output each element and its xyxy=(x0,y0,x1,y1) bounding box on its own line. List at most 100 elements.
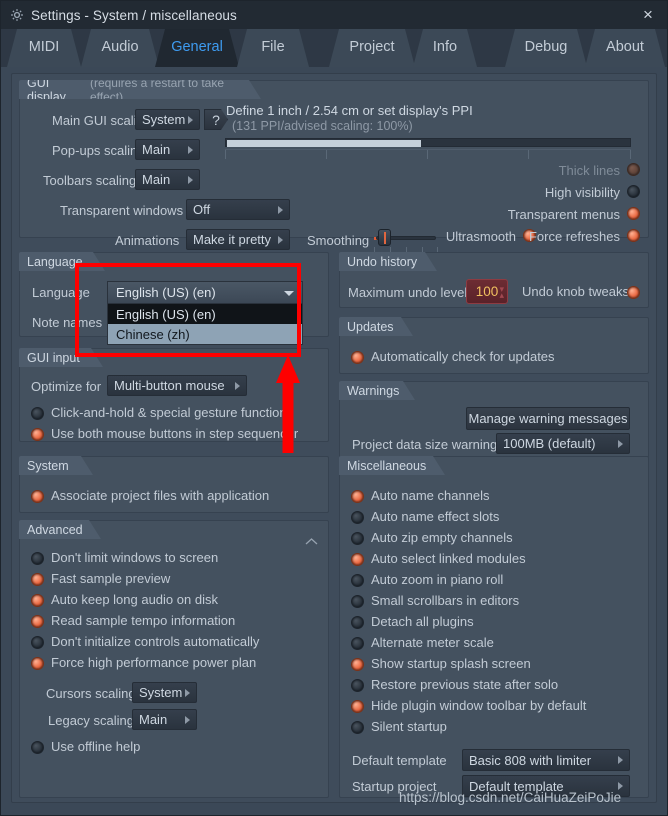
group-miscellaneous-title: Miscellaneous xyxy=(347,458,427,473)
force-refreshes-toggle[interactable] xyxy=(627,229,640,242)
associate-project-files-toggle[interactable] xyxy=(31,490,44,503)
popups-scaling-value: Main xyxy=(142,142,171,157)
silent-startup-label: Silent startup xyxy=(371,719,447,734)
group-gui-display: GUI display (requires a restart to take … xyxy=(19,80,649,252)
cursors-scaling-combo[interactable]: System xyxy=(132,682,197,703)
detach-all-plugins-label: Detach all plugins xyxy=(371,614,474,629)
animations-combo[interactable]: Make it pretty xyxy=(186,229,290,250)
use-offline-help-label: Use offline help xyxy=(51,739,141,754)
legacy-scaling-value: Main xyxy=(139,712,168,727)
tab-file[interactable]: File xyxy=(237,29,309,67)
popups-scaling-combo[interactable]: Main xyxy=(135,139,200,160)
group-language-header: Language xyxy=(19,252,105,271)
dont-limit-windows-label: Don't limit windows to screen xyxy=(51,550,219,565)
project-data-size-combo[interactable]: 100MB (default) xyxy=(496,433,630,454)
group-miscellaneous: Miscellaneous Auto name channels Auto na… xyxy=(339,456,649,798)
chevron-right-icon xyxy=(278,235,283,244)
ultrasmooth-label: Ultrasmooth xyxy=(445,229,516,244)
language-dropdown-selected[interactable]: English (US) (en) xyxy=(107,281,303,304)
auto-zip-empty-channels-toggle[interactable] xyxy=(351,532,364,545)
dont-init-controls-toggle[interactable] xyxy=(31,636,44,649)
auto-keep-long-audio-toggle[interactable] xyxy=(31,594,44,607)
language-option-english[interactable]: English (US) (en) xyxy=(108,304,302,324)
tab-about[interactable]: About xyxy=(585,29,665,67)
gear-icon xyxy=(10,8,24,22)
auto-name-channels-toggle[interactable] xyxy=(351,490,364,503)
group-gui-input: GUI input Optimize for Multi-button mous… xyxy=(19,348,329,442)
language-dropdown-selected-label: English (US) (en) xyxy=(116,285,216,300)
note-names-label: Note names xyxy=(32,315,103,330)
force-high-performance-toggle[interactable] xyxy=(31,657,44,670)
auto-name-effect-slots-toggle[interactable] xyxy=(351,511,364,524)
restore-previous-state-toggle[interactable] xyxy=(351,679,364,692)
ppi-instruction-line2: (131 PPI/advised scaling: 100%) xyxy=(232,119,413,133)
auto-zoom-piano-roll-toggle[interactable] xyxy=(351,574,364,587)
tab-debug[interactable]: Debug xyxy=(505,29,587,67)
hide-plugin-toolbar-toggle[interactable] xyxy=(351,700,364,713)
small-scrollbars-label: Small scrollbars in editors xyxy=(371,593,520,608)
both-mouse-buttons-toggle[interactable] xyxy=(31,428,44,441)
alternate-meter-scale-label: Alternate meter scale xyxy=(371,635,494,650)
cursors-scaling-label: Cursors scaling xyxy=(46,686,136,701)
chevron-up-icon[interactable] xyxy=(305,533,318,545)
group-gui-display-title: GUI display xyxy=(27,75,66,104)
show-startup-splash-label: Show startup splash screen xyxy=(371,656,531,671)
group-advanced-title: Advanced xyxy=(27,522,83,537)
toolbars-scaling-combo[interactable]: Main xyxy=(135,169,200,190)
smoothing-label: Smoothing xyxy=(307,233,370,248)
tab-general[interactable]: General xyxy=(155,29,239,67)
animations-label: Animations xyxy=(115,233,180,248)
auto-check-updates-label: Automatically check for updates xyxy=(371,349,555,364)
fast-sample-preview-toggle[interactable] xyxy=(31,573,44,586)
small-scrollbars-toggle[interactable] xyxy=(351,595,364,608)
auto-keep-long-audio-label: Auto keep long audio on disk xyxy=(51,592,218,607)
transparent-menus-label: Transparent menus xyxy=(507,207,620,222)
group-system: System Associate project files with appl… xyxy=(19,456,329,513)
tab-audio[interactable]: Audio xyxy=(81,29,159,67)
alternate-meter-scale-toggle[interactable] xyxy=(351,637,364,650)
hide-plugin-toolbar-label: Hide plugin window toolbar by default xyxy=(371,698,587,713)
transparent-menus-toggle[interactable] xyxy=(627,207,640,220)
smoothing-knob[interactable] xyxy=(378,229,391,246)
auto-check-updates-toggle[interactable] xyxy=(351,351,364,364)
group-advanced: Advanced Don't limit windows to screen F… xyxy=(19,520,329,798)
language-label: Language xyxy=(32,285,90,300)
close-icon[interactable]: × xyxy=(635,4,661,26)
dont-limit-windows-toggle[interactable] xyxy=(31,552,44,565)
toolbars-scaling-value: Main xyxy=(142,172,171,187)
main-gui-scaling-combo[interactable]: System xyxy=(135,109,200,130)
thick-lines-toggle[interactable] xyxy=(627,163,640,176)
chevron-right-icon xyxy=(185,688,190,697)
project-data-size-value: 100MB (default) xyxy=(503,436,596,451)
help-button[interactable]: ? xyxy=(204,109,228,130)
auto-name-channels-label: Auto name channels xyxy=(371,488,490,503)
silent-startup-toggle[interactable] xyxy=(351,721,364,734)
language-dropdown-list: English (US) (en) Chinese (zh) xyxy=(107,304,303,345)
group-undo-history: Undo history Maximum undo levels 100 ▾ ▴ … xyxy=(339,252,649,308)
default-template-combo[interactable]: Basic 808 with limiter xyxy=(462,749,630,771)
tab-midi[interactable]: MIDI xyxy=(7,29,81,67)
transparent-windows-label: Transparent windows xyxy=(60,203,184,218)
max-undo-levels-value[interactable]: 100 ▾ ▴ xyxy=(466,279,508,304)
show-startup-splash-toggle[interactable] xyxy=(351,658,364,671)
use-offline-help-toggle[interactable] xyxy=(31,741,44,754)
detach-all-plugins-toggle[interactable] xyxy=(351,616,364,629)
chevron-right-icon xyxy=(278,205,283,214)
popups-scaling-label: Pop-ups scaling xyxy=(52,143,145,158)
language-option-chinese[interactable]: Chinese (zh) xyxy=(108,324,302,344)
ppi-ruler-track[interactable] xyxy=(225,138,631,147)
legacy-scaling-combo[interactable]: Main xyxy=(132,709,197,730)
read-sample-tempo-toggle[interactable] xyxy=(31,615,44,628)
optimize-for-combo[interactable]: Multi-button mouse xyxy=(107,375,247,396)
tab-project[interactable]: Project xyxy=(329,29,415,67)
manage-warning-messages-button[interactable]: Manage warning messages xyxy=(466,407,630,430)
high-visibility-label: High visibility xyxy=(544,185,620,200)
group-advanced-header: Advanced xyxy=(19,520,101,539)
auto-select-linked-modules-toggle[interactable] xyxy=(351,553,364,566)
undo-knob-tweaks-toggle[interactable] xyxy=(627,286,640,299)
high-visibility-toggle[interactable] xyxy=(627,185,640,198)
click-and-hold-toggle[interactable] xyxy=(31,407,44,420)
transparent-windows-combo[interactable]: Off xyxy=(186,199,290,220)
group-gui-display-header: GUI display (requires a restart to take … xyxy=(19,80,261,99)
tab-info[interactable]: Info xyxy=(413,29,477,67)
